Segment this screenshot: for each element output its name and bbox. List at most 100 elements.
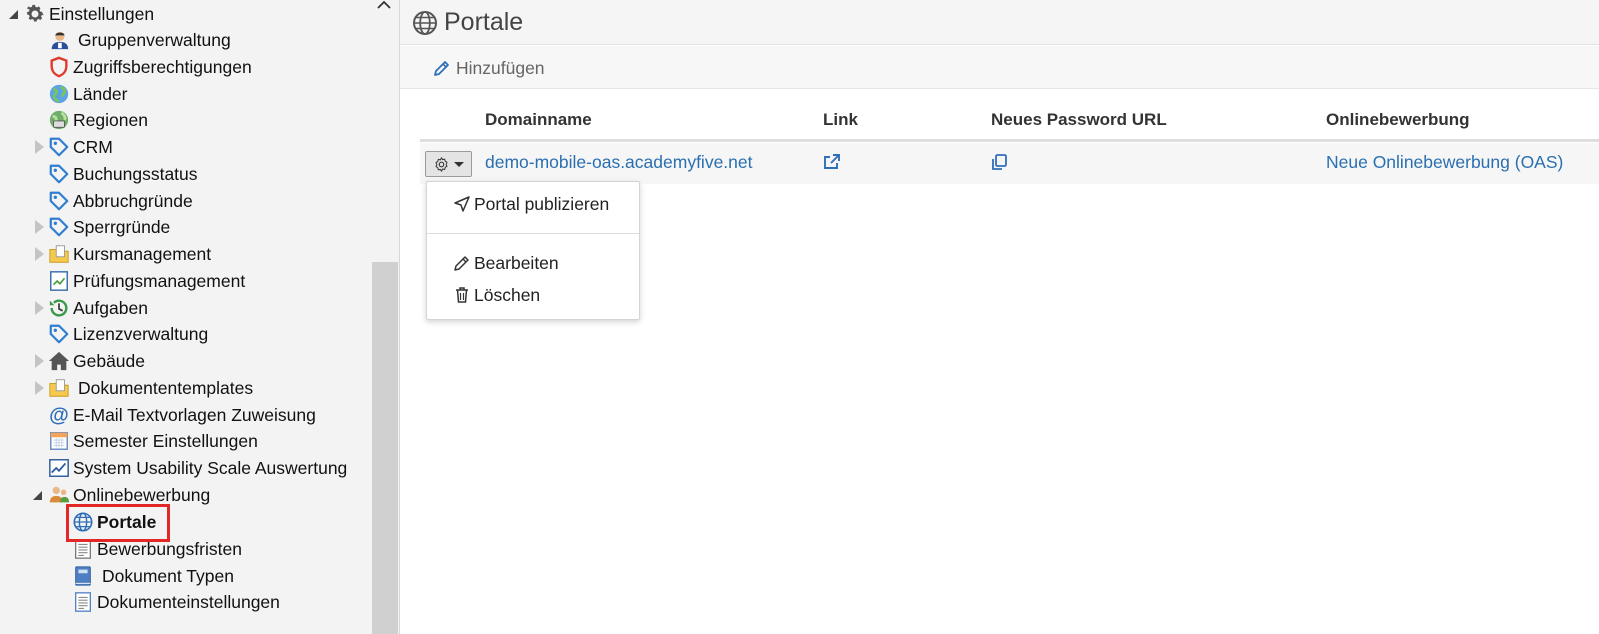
globe-outline-icon <box>72 511 94 533</box>
tree-item-label: Kursmanagement <box>73 243 212 264</box>
chart-doc-icon <box>48 270 70 292</box>
expand-arrow-icon[interactable] <box>33 354 45 368</box>
history-icon <box>48 297 70 319</box>
tree-item-dokumenteinstellungen[interactable]: Dokumenteinstellungen <box>72 589 280 615</box>
tree-item-label: Abbruchgründe <box>73 190 193 211</box>
send-arrow-icon <box>454 196 470 212</box>
tree-item-label: Dokumententemplates <box>78 377 254 398</box>
expand-arrow-icon[interactable] <box>33 381 45 395</box>
toolbar: Hinzufügen <box>400 46 1599 89</box>
line-chart-icon <box>48 457 70 479</box>
tree-item-dokument-typen[interactable]: Dokument Typen <box>72 563 234 589</box>
navigation-tree: Einstellungen Gruppenverwaltung Zugriffs… <box>0 0 400 634</box>
menu-item-label: Bearbeiten <box>474 252 559 273</box>
list-doc-icon <box>72 538 94 560</box>
calendar-icon <box>48 430 70 452</box>
domain-link[interactable]: demo-mobile-oas.academyfive.net <box>485 152 753 173</box>
tree-item-label: Gruppenverwaltung <box>78 29 231 50</box>
collapse-arrow-icon[interactable] <box>31 488 43 502</box>
tag-icon <box>48 190 70 212</box>
column-header-onlinebewerbung[interactable]: Onlinebewerbung <box>1326 110 1470 130</box>
expand-arrow-icon[interactable] <box>33 247 45 261</box>
tree-item-system-usability[interactable]: System Usability Scale Auswertung <box>48 455 347 481</box>
at-icon: @ <box>48 404 70 426</box>
tree-item-gruppenverwaltung[interactable]: Gruppenverwaltung <box>48 27 231 53</box>
external-link-icon[interactable] <box>822 152 842 172</box>
house-icon <box>48 350 70 372</box>
shield-icon <box>48 56 70 78</box>
tree-item-label: Buchungsstatus <box>73 163 198 184</box>
sidebar-scrollbar[interactable] <box>372 262 398 634</box>
tag-icon <box>48 136 70 158</box>
pencil-icon <box>434 61 449 76</box>
tree-item-label: Zugriffsberechtigungen <box>73 56 252 77</box>
tag-icon <box>48 163 70 185</box>
tree-item-semester-einstellungen[interactable]: Semester Einstellungen <box>48 428 258 454</box>
collapse-arrow-icon[interactable] <box>7 7 19 21</box>
tree-item-label: Sperrgründe <box>73 216 171 237</box>
tree-item-regionen[interactable]: Regionen <box>48 107 148 133</box>
tag-icon <box>48 216 70 238</box>
tree-item-label: Dokument Typen <box>102 565 234 586</box>
tree-item-gebaeude[interactable]: Gebäude <box>48 348 145 374</box>
tree-item-label: Bewerbungsfristen <box>97 538 242 559</box>
column-header-link[interactable]: Link <box>823 110 858 130</box>
globe-outline-icon <box>412 10 438 36</box>
tag-icon <box>48 323 70 345</box>
svg-text:@: @ <box>49 404 69 426</box>
tree-item-pruefungsmanagement[interactable]: Prüfungsmanagement <box>48 268 245 294</box>
tree-item-label: Portale <box>97 511 157 532</box>
tree-item-crm[interactable]: CRM <box>48 134 113 160</box>
tree-item-label: Onlinebewerbung <box>73 484 211 505</box>
menu-item-label: Portal publizieren <box>474 193 610 214</box>
onlinebewerbung-link[interactable]: Neue Onlinebewerbung (OAS) <box>1326 152 1563 173</box>
tree-item-label: System Usability Scale Auswertung <box>73 457 348 478</box>
row-actions-menu: Portal publizieren Bearbeiten Löschen <box>426 181 640 320</box>
tree-item-label: Dokumenteinstellungen <box>97 591 280 612</box>
table-header: Domainname Link Neues Password URL Onlin… <box>420 100 1599 142</box>
copy-icon[interactable] <box>989 152 1009 172</box>
tree-item-label: Prüfungsmanagement <box>73 270 246 291</box>
tree-item-label: Aufgaben <box>73 297 148 318</box>
collapse-up-icon[interactable] <box>377 0 391 12</box>
menu-item-publish[interactable]: Portal publizieren <box>453 192 609 216</box>
menu-item-edit[interactable]: Bearbeiten <box>453 251 559 275</box>
tree-item-abbruchgruende[interactable]: Abbruchgründe <box>48 188 193 214</box>
tree-scroll-area: Einstellungen Gruppenverwaltung Zugriffs… <box>0 0 360 634</box>
pencil-icon <box>454 256 469 271</box>
tree-item-portale[interactable]: Portale <box>72 509 156 535</box>
tree-item-label: Regionen <box>73 109 148 130</box>
page-title: Portale <box>444 8 524 36</box>
tree-item-onlinebewerbung[interactable]: Onlinebewerbung <box>48 482 210 508</box>
tree-item-einstellungen[interactable]: Einstellungen <box>24 1 154 27</box>
tree-item-label: Gebäude <box>73 350 146 371</box>
tree-item-bewerbungsfristen[interactable]: Bewerbungsfristen <box>72 536 242 562</box>
column-header-domainname[interactable]: Domainname <box>485 110 592 130</box>
gear-icon <box>435 156 448 172</box>
menu-item-delete[interactable]: Löschen <box>453 283 540 307</box>
column-header-password-url[interactable]: Neues Password URL <box>991 110 1167 130</box>
row-actions-button[interactable] <box>425 151 472 177</box>
folder-icon <box>48 243 70 265</box>
tree-item-buchungsstatus[interactable]: Buchungsstatus <box>48 161 198 187</box>
users-icon <box>48 484 70 506</box>
tree-item-email-textvorlagen[interactable]: @ E-Mail Textvorlagen Zuweisung <box>48 402 316 428</box>
page-header: Portale <box>400 0 1599 45</box>
menu-divider <box>427 233 639 234</box>
add-button[interactable]: Hinzufügen <box>432 56 545 80</box>
tree-item-kursmanagement[interactable]: Kursmanagement <box>48 241 211 267</box>
user-group-icon <box>48 29 70 51</box>
expand-arrow-icon[interactable] <box>33 301 45 315</box>
expand-arrow-icon[interactable] <box>33 220 45 234</box>
globe-icon <box>48 83 70 105</box>
tree-item-lizenzverwaltung[interactable]: Lizenzverwaltung <box>48 321 208 347</box>
tree-item-laender[interactable]: Länder <box>48 81 128 107</box>
tree-item-zugriffsberechtigungen[interactable]: Zugriffsberechtigungen <box>48 54 252 80</box>
tree-item-label: Länder <box>73 83 128 104</box>
tree-item-sperrgruende[interactable]: Sperrgründe <box>48 214 170 240</box>
list-doc-icon <box>72 591 94 613</box>
table-row[interactable]: demo-mobile-oas.academyfive.net Neue Onl… <box>420 143 1599 184</box>
expand-arrow-icon[interactable] <box>33 140 45 154</box>
tree-item-dokumententemplates[interactable]: Dokumententemplates <box>48 375 253 401</box>
tree-item-aufgaben[interactable]: Aufgaben <box>48 295 148 321</box>
